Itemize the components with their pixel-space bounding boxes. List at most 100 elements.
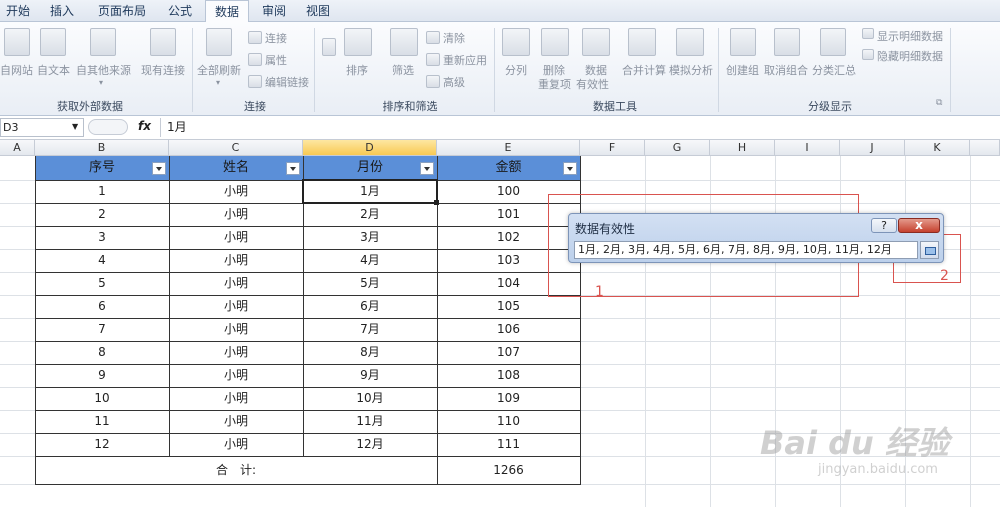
table-cell[interactable]: 110 (437, 410, 580, 433)
table-cell[interactable]: 3 (35, 226, 169, 249)
reapply-button[interactable]: 重新应用 (443, 52, 487, 68)
formula-input[interactable]: 1月 (160, 118, 1000, 137)
table-cell[interactable]: 107 (437, 341, 580, 364)
text-to-columns-button[interactable]: 分列 (505, 62, 527, 78)
column-header-j[interactable]: J (840, 140, 905, 156)
table-cell[interactable]: 2月 (303, 203, 437, 226)
column-header-e[interactable]: E (437, 140, 580, 156)
help-button[interactable]: ? (871, 218, 897, 233)
table-cell[interactable]: 小明 (169, 249, 303, 272)
advanced-filter-button[interactable]: 高级 (443, 74, 465, 90)
table-cell[interactable]: 5 (35, 272, 169, 295)
table-cell[interactable]: 小明 (169, 341, 303, 364)
table-cell[interactable]: 11月 (303, 410, 437, 433)
existing-connections-icon (150, 28, 176, 56)
filter-button[interactable]: 筛选 (392, 62, 414, 78)
source-input[interactable]: 1月, 2月, 3月, 4月, 5月, 6月, 7月, 8月, 9月, 10月,… (574, 241, 918, 259)
table-cell[interactable]: 6月 (303, 295, 437, 318)
column-header-h[interactable]: H (710, 140, 775, 156)
ungroup-button[interactable]: 取消组合 (764, 62, 808, 78)
filter-dropdown-icon[interactable] (152, 162, 166, 175)
active-cell-outline (302, 179, 438, 204)
table-cell[interactable]: 7月 (303, 318, 437, 341)
table-cell[interactable]: 小明 (169, 387, 303, 410)
column-header-c[interactable]: C (169, 140, 303, 156)
name-box-dropdown-icon[interactable]: ▼ (72, 122, 78, 131)
properties-button[interactable]: 属性 (265, 52, 287, 68)
table-cell[interactable]: 2 (35, 203, 169, 226)
table-cell[interactable]: 111 (437, 433, 580, 456)
sort-button[interactable]: 排序 (346, 62, 368, 78)
group-label-external-data: 获取外部数据 (57, 100, 123, 113)
column-header-a[interactable]: A (0, 140, 35, 156)
table-cell[interactable]: 10 (35, 387, 169, 410)
table-cell[interactable]: 8 (35, 341, 169, 364)
table-cell[interactable]: 小明 (169, 433, 303, 456)
table-cell[interactable]: 12月 (303, 433, 437, 456)
show-detail-button[interactable]: 显示明细数据 (877, 28, 943, 44)
table-cell[interactable]: 小明 (169, 364, 303, 387)
filter-dropdown-icon[interactable] (563, 162, 577, 175)
insert-function-icon[interactable]: fx (138, 119, 151, 133)
edit-links-button[interactable]: 编辑链接 (265, 74, 309, 90)
table-cell[interactable]: 105 (437, 295, 580, 318)
expand-dialog-icon[interactable] (920, 241, 939, 259)
refresh-all-button[interactable]: 全部刷新 (197, 62, 241, 78)
total-label[interactable]: 合 计: (35, 456, 437, 484)
table-cell[interactable]: 9月 (303, 364, 437, 387)
column-header-k[interactable]: K (905, 140, 970, 156)
table-cell[interactable]: 109 (437, 387, 580, 410)
table-cell[interactable]: 小明 (169, 203, 303, 226)
from-other-sources-button[interactable]: 自其他来源 (76, 62, 131, 78)
hide-detail-button[interactable]: 隐藏明细数据 (877, 48, 943, 64)
connections-button[interactable]: 连接 (265, 30, 287, 46)
subtotal-button[interactable]: 分类汇总 (812, 62, 856, 78)
table-cell[interactable]: 106 (437, 318, 580, 341)
clear-button[interactable]: 清除 (443, 30, 465, 46)
table-cell[interactable]: 10月 (303, 387, 437, 410)
table-cell[interactable]: 小明 (169, 180, 303, 203)
tab-data[interactable]: 数据 (205, 0, 249, 23)
table-cell[interactable]: 小明 (169, 226, 303, 249)
column-header-g[interactable]: G (645, 140, 710, 156)
table-cell[interactable]: 8月 (303, 341, 437, 364)
total-value[interactable]: 1266 (437, 456, 580, 484)
table-cell[interactable]: 小明 (169, 318, 303, 341)
column-header-d[interactable]: D (303, 140, 437, 156)
tab-view[interactable]: 视图 (300, 0, 336, 22)
table-cell[interactable]: 12 (35, 433, 169, 456)
table-cell[interactable]: 9 (35, 364, 169, 387)
table-cell[interactable]: 小明 (169, 410, 303, 433)
table-cell[interactable]: 11 (35, 410, 169, 433)
fill-handle[interactable] (434, 200, 439, 205)
table-cell[interactable]: 4月 (303, 249, 437, 272)
from-web-button[interactable]: 自网站 (0, 62, 33, 78)
formula-bar-resize-handle[interactable] (88, 119, 128, 135)
table-cell[interactable]: 6 (35, 295, 169, 318)
existing-connections-button[interactable]: 现有连接 (141, 62, 185, 78)
close-button[interactable]: x (898, 218, 940, 233)
filter-dropdown-icon[interactable] (286, 162, 300, 175)
table-cell[interactable]: 7 (35, 318, 169, 341)
column-header-f[interactable]: F (580, 140, 645, 156)
dialog-launcher-icon[interactable]: ⧉ (936, 98, 942, 108)
table-cell[interactable]: 5月 (303, 272, 437, 295)
tab-insert[interactable]: 插入 (44, 0, 80, 22)
table-cell[interactable]: 108 (437, 364, 580, 387)
column-header-i[interactable]: I (775, 140, 840, 156)
tab-formulas[interactable]: 公式 (160, 0, 200, 22)
from-text-button[interactable]: 自文本 (37, 62, 70, 78)
table-cell[interactable]: 1 (35, 180, 169, 203)
table-cell[interactable]: 小明 (169, 272, 303, 295)
tab-page-layout[interactable]: 页面布局 (92, 0, 152, 22)
table-cell[interactable]: 4 (35, 249, 169, 272)
filter-dropdown-icon[interactable] (420, 162, 434, 175)
tab-review[interactable]: 审阅 (256, 0, 292, 22)
column-header-b[interactable]: B (35, 140, 169, 156)
what-if-button[interactable]: 模拟分析 (669, 62, 713, 78)
tab-home[interactable]: 开始 (0, 0, 36, 22)
consolidate-button[interactable]: 合并计算 (622, 62, 666, 78)
table-cell[interactable]: 3月 (303, 226, 437, 249)
table-cell[interactable]: 小明 (169, 295, 303, 318)
group-button[interactable]: 创建组 (726, 62, 759, 78)
